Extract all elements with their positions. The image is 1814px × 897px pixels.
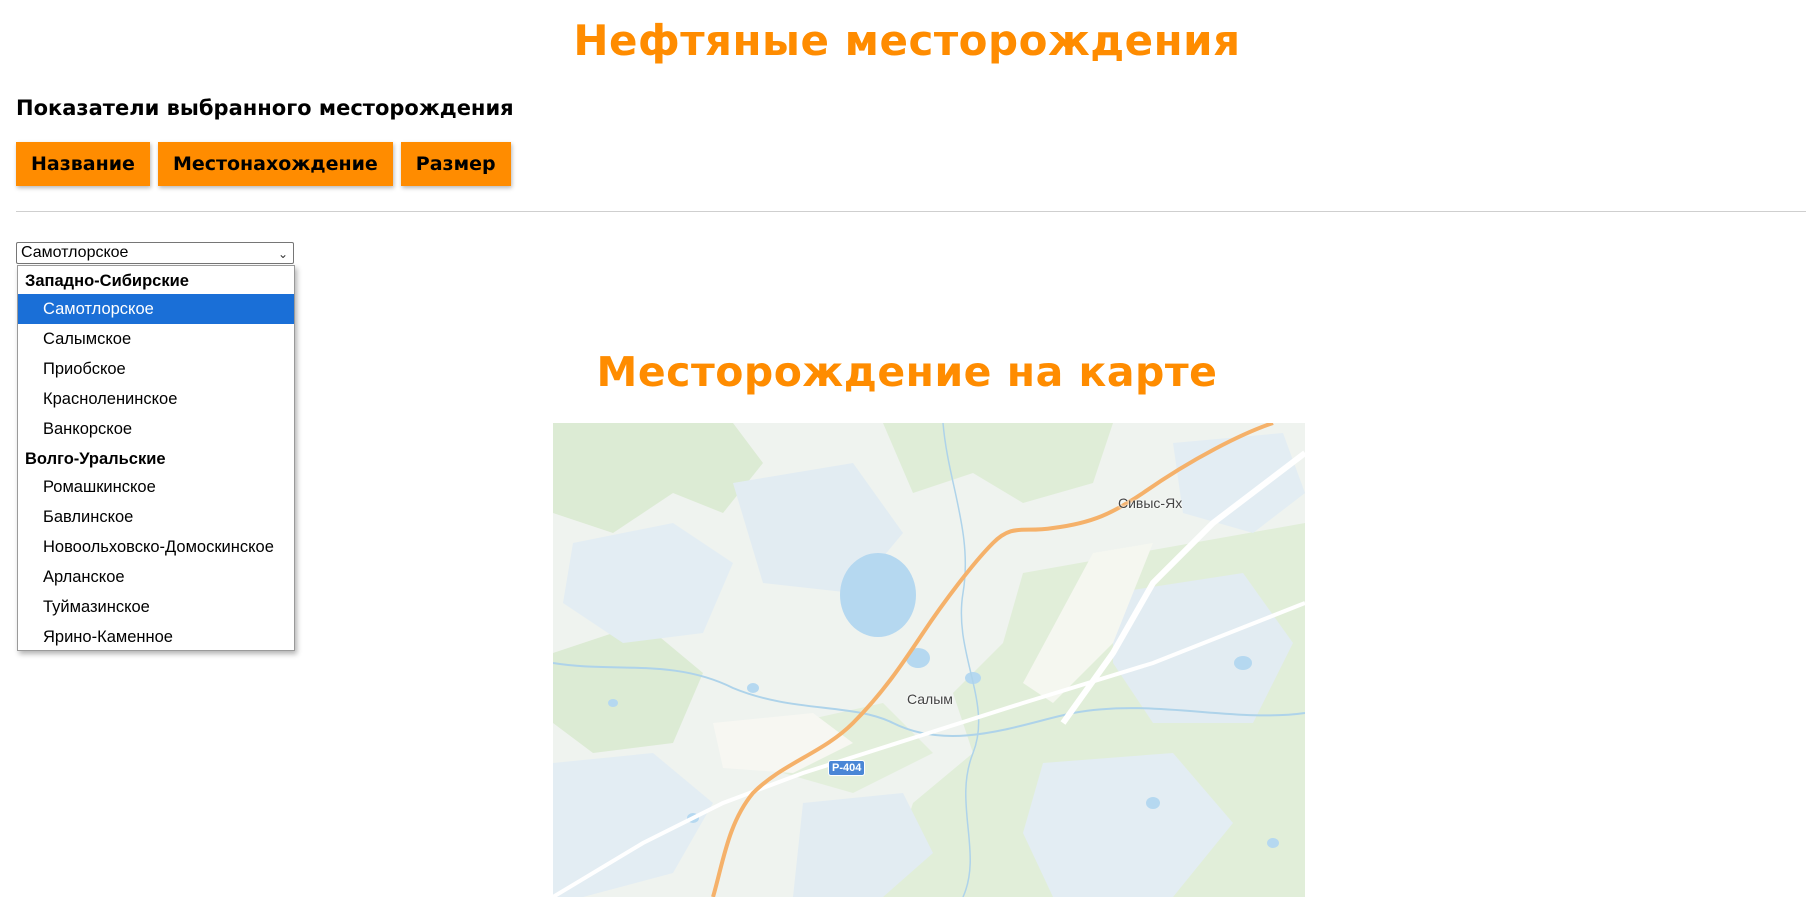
field-select-value: Самотлорское	[21, 244, 129, 261]
name-button[interactable]: Название	[16, 142, 150, 186]
field-option-romashkino[interactable]: Ромашкинское	[18, 472, 294, 502]
option-group-label: Западно-Сибирские	[25, 272, 189, 290]
indicators-title: Показатели выбранного месторождения	[16, 96, 514, 120]
location-button[interactable]: Местонахождение	[157, 142, 393, 186]
field-select-dropdown: Западно-Сибирские Самотлорское Салымское…	[17, 265, 295, 651]
field-option-samotlor[interactable]: Самотлорское	[18, 294, 294, 324]
field-option-arlan[interactable]: Арланское	[18, 562, 294, 592]
divider	[16, 211, 1806, 212]
field-option-bavly[interactable]: Бавлинское	[18, 502, 294, 532]
field-option-tuymazy[interactable]: Туймазинское	[18, 592, 294, 622]
field-option-vankor[interactable]: Ванкорское	[18, 414, 294, 444]
map-label-sivys-yakh: Сивыс-Ях	[1118, 495, 1183, 511]
map-view[interactable]: Сивыс-Ях Салым Р-404	[553, 423, 1305, 897]
road-badge-r404: Р-404	[828, 760, 866, 776]
option-group-label: Волго-Уральские	[25, 450, 166, 468]
chevron-down-icon: ⌄	[277, 247, 288, 261]
map-label-salym: Салым	[907, 691, 953, 707]
field-option-yarino[interactable]: Ярино-Каменное	[18, 622, 294, 652]
size-button[interactable]: Размер	[400, 142, 511, 186]
indicator-buttons: Название Местонахождение Размер	[16, 142, 511, 186]
page-title: Нефтяные месторождения	[573, 16, 1241, 65]
field-option-novoolkhovsk[interactable]: Новоольховско-Домоскинское	[18, 532, 294, 562]
map-section-title: Месторождение на карте	[596, 348, 1218, 396]
field-select[interactable]: Самотлорское ⌄	[16, 242, 294, 264]
page: Нефтяные месторождения Показатели выбран…	[0, 0, 1814, 897]
map-canvas	[553, 423, 1305, 897]
